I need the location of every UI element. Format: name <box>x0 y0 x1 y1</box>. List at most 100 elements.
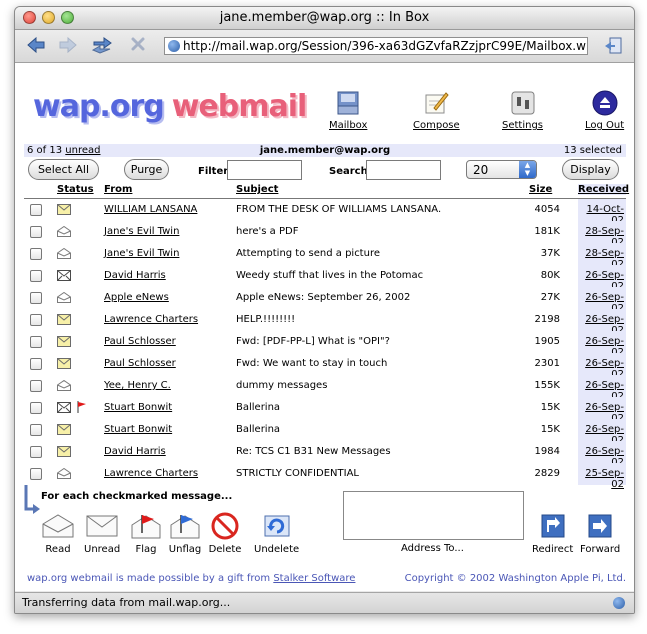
message-row[interactable]: Yee, Henry C. dummy messages 155K 26-Sep-02 <box>24 375 626 402</box>
flag-action-button[interactable]: Flag <box>129 511 163 555</box>
minimize-window-button[interactable] <box>42 11 55 24</box>
message-checkbox[interactable] <box>30 358 42 370</box>
message-from[interactable]: Yee, Henry C. <box>104 380 171 391</box>
message-checkbox[interactable] <box>30 402 42 414</box>
message-from[interactable]: David Harris <box>104 270 166 281</box>
message-from[interactable]: Paul Schlosser <box>104 336 176 347</box>
message-checkbox[interactable] <box>30 314 42 326</box>
address-to-field[interactable] <box>343 491 524 540</box>
message-row[interactable]: Stuart Bonwit Ballerina 15K 26-Sep-02 <box>24 397 626 424</box>
message-from[interactable]: Lawrence Charters <box>104 468 198 479</box>
url-field[interactable]: http://mail.wap.org/Session/396-xa63dGZv… <box>164 37 588 55</box>
message-date[interactable]: 26-Sep-02 <box>578 419 626 446</box>
bookmark-icon <box>605 37 622 54</box>
message-row[interactable]: Lawrence Charters STRICTLY CONFIDENTIAL 28… <box>24 463 626 490</box>
stop-button[interactable] <box>127 36 149 56</box>
message-checkbox[interactable] <box>30 446 42 458</box>
message-date[interactable]: 25-Sep-02 <box>578 463 626 490</box>
undelete-action-button[interactable]: Undelete <box>254 511 299 555</box>
message-row[interactable]: Apple eNews Apple eNews: September 26, 20… <box>24 287 626 314</box>
display-button[interactable]: Display <box>562 159 619 180</box>
message-checkbox[interactable] <box>30 468 42 480</box>
message-date[interactable]: 26-Sep-02 <box>578 265 626 292</box>
message-date[interactable]: 26-Sep-02 <box>578 353 626 380</box>
message-from[interactable]: David Harris <box>104 446 166 457</box>
delete-action-button[interactable]: Delete <box>208 511 242 555</box>
message-from[interactable]: Stuart Bonwit <box>104 424 172 435</box>
unflag-action-button[interactable]: Unflag <box>168 511 202 555</box>
message-row[interactable]: Jane's Evil Twin Attempting to send a pic… <box>24 243 626 270</box>
message-checkbox[interactable] <box>30 204 42 216</box>
message-row[interactable]: Lawrence Charters HELP.!!!!!!!! 2198 26-Sep… <box>24 309 626 336</box>
message-checkbox[interactable] <box>30 380 42 392</box>
message-checkbox[interactable] <box>30 424 42 436</box>
nav-mailbox[interactable]: Mailbox <box>329 89 367 131</box>
message-row[interactable]: Paul Schlosser Fwd: We want to stay in to… <box>24 353 626 380</box>
column-subject[interactable]: Subject <box>236 184 278 195</box>
message-row[interactable]: WILLIAM LANSANA FROM THE DESK OF WILLIAMS… <box>24 199 626 226</box>
redirect-button[interactable]: Redirect <box>532 511 573 555</box>
message-from[interactable]: Jane's Evil Twin <box>104 226 179 237</box>
message-from[interactable]: Lawrence Charters <box>104 314 198 325</box>
stalker-software-link[interactable]: Stalker Software <box>273 573 355 584</box>
message-subject[interactable]: FROM THE DESK OF WILLIAMS LANSANA. <box>236 204 441 215</box>
filter-input[interactable] <box>227 160 302 180</box>
bookmark-button[interactable] <box>603 36 625 56</box>
message-subject[interactable]: Weedy stuff that lives in the Potomac <box>236 270 423 281</box>
message-date[interactable]: 26-Sep-02 <box>578 309 626 336</box>
message-subject[interactable]: Re: TCS C1 B31 New Messages <box>236 446 391 457</box>
back-button[interactable] <box>25 36 47 56</box>
message-date[interactable]: 26-Sep-02 <box>578 287 626 314</box>
message-checkbox[interactable] <box>30 226 42 238</box>
nav-logout[interactable]: Log Out <box>585 89 624 131</box>
message-from[interactable]: Jane's Evil Twin <box>104 248 179 259</box>
message-from[interactable]: Apple eNews <box>104 292 169 303</box>
message-date[interactable]: 28-Sep-02 <box>578 243 626 270</box>
message-subject[interactable]: here's a PDF <box>236 226 298 237</box>
message-checkbox[interactable] <box>30 336 42 348</box>
close-window-button[interactable] <box>23 11 36 24</box>
message-subject[interactable]: dummy messages <box>236 380 327 391</box>
message-date[interactable]: 26-Sep-02 <box>578 331 626 358</box>
message-checkbox[interactable] <box>30 248 42 260</box>
select-all-button[interactable]: Select All <box>28 159 99 180</box>
message-from[interactable]: Stuart Bonwit <box>104 402 172 413</box>
message-subject[interactable]: STRICTLY CONFIDENTIAL <box>236 468 359 479</box>
nav-settings[interactable]: Settings <box>502 89 543 131</box>
message-from[interactable]: WILLIAM LANSANA <box>104 204 197 215</box>
message-date[interactable]: 14-Oct-02 <box>578 199 626 226</box>
message-row[interactable]: David Harris Re: TCS C1 B31 New Messages 1… <box>24 441 626 468</box>
message-row[interactable]: Paul Schlosser Fwd: [PDF-PP-L] What is "O… <box>24 331 626 358</box>
message-row[interactable]: Jane's Evil Twin here's a PDF 181K 28-Sep-0… <box>24 221 626 248</box>
message-checkbox[interactable] <box>30 270 42 282</box>
message-date[interactable]: 28-Sep-02 <box>578 221 626 248</box>
read-action-button[interactable]: Read <box>41 511 75 555</box>
page-size-select[interactable]: 20 ▲ ▼ <box>466 160 537 179</box>
forward-button[interactable] <box>57 36 79 56</box>
zoom-window-button[interactable] <box>61 11 74 24</box>
forward-message-button[interactable]: Forward <box>580 511 620 555</box>
column-from[interactable]: From <box>104 184 132 195</box>
nav-compose[interactable]: Compose <box>413 89 460 131</box>
message-subject[interactable]: Fwd: [PDF-PP-L] What is "OPI"? <box>236 336 390 347</box>
message-row[interactable]: David Harris Weedy stuff that lives in th… <box>24 265 626 292</box>
column-received[interactable]: Received <box>578 184 629 195</box>
message-checkbox[interactable] <box>30 292 42 304</box>
message-subject[interactable]: Attempting to send a picture <box>236 248 380 259</box>
message-subject[interactable]: Ballerina <box>236 424 280 435</box>
message-date[interactable]: 26-Sep-02 <box>578 397 626 424</box>
message-date[interactable]: 26-Sep-02 <box>578 441 626 468</box>
message-subject[interactable]: Apple eNews: September 26, 2002 <box>236 292 410 303</box>
message-date[interactable]: 26-Sep-02 <box>578 375 626 402</box>
message-subject[interactable]: Ballerina <box>236 402 280 413</box>
message-subject[interactable]: Fwd: We want to stay in touch <box>236 358 387 369</box>
message-from[interactable]: Paul Schlosser <box>104 358 176 369</box>
unread-action-button[interactable]: Unread <box>84 511 120 555</box>
message-subject[interactable]: HELP.!!!!!!!! <box>236 314 295 325</box>
purge-button[interactable]: Purge <box>124 159 169 180</box>
search-input[interactable] <box>366 160 441 180</box>
column-status[interactable]: Status <box>57 184 94 195</box>
refresh-button[interactable] <box>91 36 113 56</box>
message-row[interactable]: Stuart Bonwit Ballerina 15K 26-Sep-02 <box>24 419 626 446</box>
column-size[interactable]: Size <box>529 184 552 195</box>
